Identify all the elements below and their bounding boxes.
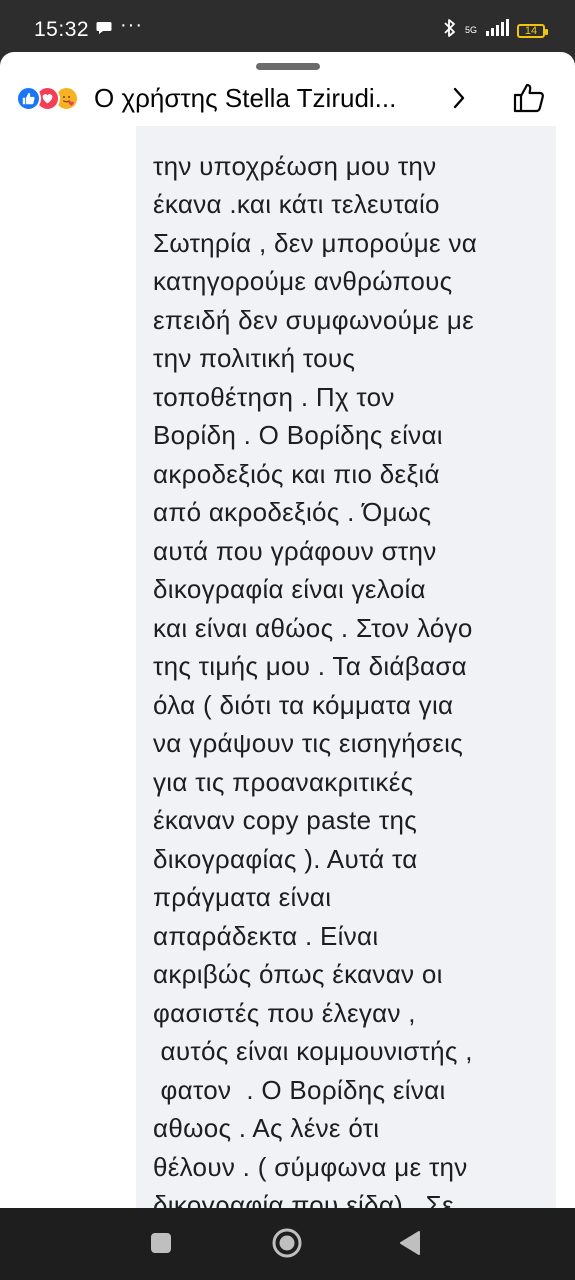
home-icon[interactable] [271, 1227, 303, 1264]
status-time: 15:32 [34, 18, 90, 41]
more-notifications-icon: ··· [120, 14, 143, 36]
chevron-right-icon[interactable] [452, 86, 466, 115]
comment-line: από ακροδεξιός . Όμως [153, 497, 432, 527]
comments-sheet: Ο χρήστης Stella Tzirudi... την υποχρέωσ… [0, 52, 575, 1208]
comment-line: αθωος . Ας λένε ότι [153, 1113, 380, 1143]
comment-line: απαράδεκτα . Είναι [153, 920, 379, 951]
status-indicators: 5G 14 [443, 18, 548, 43]
back-icon[interactable] [398, 1230, 422, 1261]
comment-line: έκανα .και κάτι τελευταίο [153, 189, 440, 219]
battery-level: 14 [524, 24, 538, 37]
network-type: 5G [464, 25, 477, 35]
like-button-icon[interactable] [512, 82, 546, 119]
comment-line: Σωτηρία , δεν μπορούμε να [153, 227, 478, 258]
comment-line: όλα ( διότι τα κόμματα για [153, 689, 454, 720]
status-bar: 15:32 ··· 5G 14 [0, 0, 575, 55]
comment-line: δικογραφία είναι γελοία [153, 574, 426, 604]
comment-line: δικογραφίας ). Αυτά τα [153, 843, 418, 874]
comment-line: την πολιτική τους [153, 343, 356, 373]
comment-line: για τις προανακριτικές [153, 766, 414, 797]
comment-line: ακριβώς όπως έκαναν οι [153, 959, 443, 989]
comment-line: τοποθέτηση . Πχ τον [153, 381, 395, 412]
reactions-summary[interactable] [16, 86, 79, 111]
comment-line: επειδή δεν συμφωνούμε με [153, 304, 474, 335]
sheet-title[interactable]: Ο χρήστης Stella Tzirudi... [94, 83, 396, 114]
comment-line: ακροδεξιός και πιο δεξιά [153, 458, 440, 489]
sheet-grab-handle[interactable] [256, 63, 320, 70]
bluetooth-icon [443, 18, 457, 43]
signal-strength-icon [485, 19, 509, 42]
comment-line: κατηγορούμε ανθρώπους [153, 266, 453, 296]
comment-line: αυτός είναι κομμουνιστής , [153, 1036, 473, 1066]
comment-line-partial [153, 126, 553, 147]
comment-line: αυτά που γράφουν στην [153, 535, 437, 566]
comment-text: την υποχρέωση μου την έκανα .και κάτι τε… [153, 126, 553, 1209]
system-navigation-bar [0, 1208, 575, 1280]
like-icon [16, 86, 41, 111]
comment-line: Βορίδη . Ο Βορίδης είναι [153, 420, 443, 450]
comment-line: δικογραφία που είδα) . Σε [153, 1190, 454, 1208]
comment-line: την υποχρέωση μου την [153, 150, 437, 181]
comment-line: της τιμής μου . Τα διάβασα [153, 651, 468, 681]
comment-line: φατον . Ο Βορίδης είναι [153, 1074, 446, 1105]
comment-scroll-area[interactable]: την υποχρέωση μου την έκανα .και κάτι τε… [0, 126, 575, 1208]
comment-line: να γράψουν τις εισηγήσεις [153, 728, 464, 758]
comment-line: έκαναν copy paste της [153, 805, 418, 835]
battery-icon: 14 [517, 23, 548, 38]
comment-line: πράγματα είναι [153, 882, 332, 912]
chat-bubble-icon [96, 21, 112, 40]
recent-apps-icon[interactable] [150, 1232, 172, 1259]
comment-line: φασιστές που έλεγαν , [153, 997, 416, 1028]
sheet-header: Ο χρήστης Stella Tzirudi... [0, 78, 575, 122]
comment-line: και είναι αθώος . Στον λόγο [153, 612, 473, 643]
comment-line: θέλουν . ( σύμφωνα με την [153, 1151, 468, 1182]
